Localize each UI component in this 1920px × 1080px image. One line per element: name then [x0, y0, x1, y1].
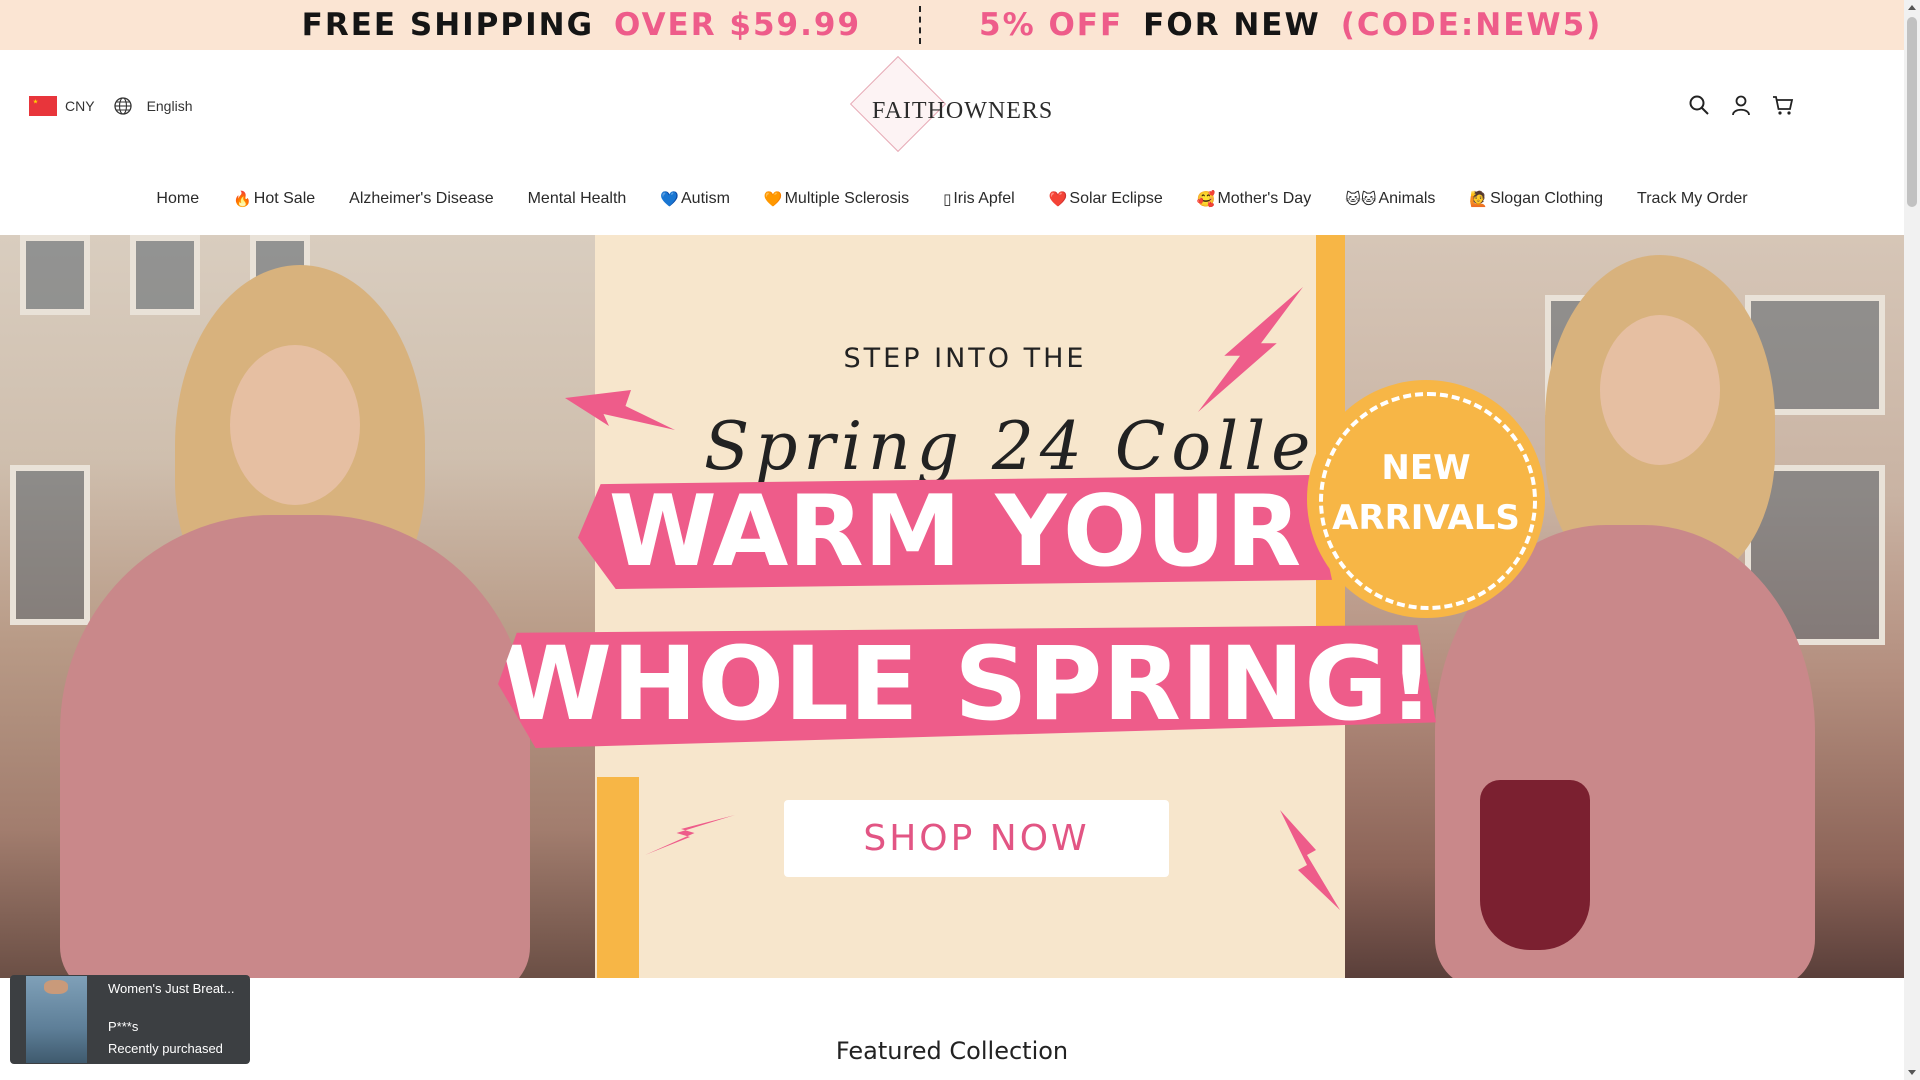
recent-purchase-popup[interactable]: Women's Just Breat... P***s Recently pur… — [10, 975, 250, 1064]
model-handbag — [1480, 780, 1590, 950]
nav-item-track-order[interactable]: Track My Order — [1637, 190, 1748, 208]
page-scrollbar[interactable] — [1904, 0, 1920, 1080]
background-window — [20, 235, 90, 315]
nav-item-hot-sale[interactable]: 🔥 Hot Sale — [233, 190, 315, 208]
background-window — [10, 465, 90, 625]
new-arrivals-badge: NEW ARRIVALS — [1307, 380, 1545, 618]
nav-item-label: Alzheimer's Disease — [349, 190, 494, 207]
person-raising-hand-icon: 🙋 — [1469, 191, 1489, 208]
china-flag-icon[interactable] — [29, 96, 57, 116]
model-face — [1600, 315, 1720, 465]
nav-item-label: Home — [156, 190, 200, 207]
site-header: CNY English FAITHOWNERS — [0, 50, 1904, 165]
nav-item-mothers-day[interactable]: 🥰 Mother's Day — [1197, 190, 1311, 208]
background-window — [130, 235, 200, 315]
nav-item-solar-eclipse[interactable]: ❤️ Solar Eclipse — [1049, 190, 1163, 208]
nav-item-slogan-clothing[interactable]: 🙋 Slogan Clothing — [1469, 190, 1603, 208]
nav-item-multiple-sclerosis[interactable]: 🧡 Multiple Sclerosis — [764, 190, 909, 208]
site-logo[interactable]: FAITHOWNERS — [848, 55, 1058, 156]
discount-audience: FOR NEW — [1143, 7, 1321, 43]
nav-item-autism[interactable]: 💙 Autism — [660, 190, 730, 208]
purchase-status: Recently purchased — [108, 1041, 223, 1056]
announcement-bar[interactable]: FREE SHIPPING OVER $59.99 5% OFF FOR NEW… — [0, 0, 1904, 50]
badge-line1: NEW — [1381, 448, 1471, 488]
hero-step-text: STEP INTO THE — [843, 343, 1087, 374]
free-shipping-text: FREE SHIPPING — [301, 7, 595, 43]
nav-item-iris-apfel[interactable]: ▯ Iris Apfel — [943, 190, 1015, 208]
page: FREE SHIPPING OVER $59.99 5% OFF FOR NEW… — [0, 0, 1920, 1080]
orange-heart-icon: 🧡 — [763, 191, 783, 208]
free-shipping-threshold: OVER $59.99 — [614, 7, 862, 43]
nav-item-mental-health[interactable]: Mental Health — [528, 190, 627, 208]
product-name[interactable]: Women's Just Breat... — [108, 981, 243, 996]
nav-item-label: Mother's Day — [1217, 190, 1312, 207]
search-icon[interactable] — [1688, 94, 1710, 116]
language-selector[interactable]: English — [147, 98, 193, 114]
cat-faces-icon: 🐱🐱 — [1345, 191, 1377, 208]
product-thumbnail[interactable] — [26, 976, 87, 1063]
blue-heart-icon: 💙 — [660, 191, 679, 208]
announcement-divider — [919, 6, 922, 44]
missing-glyph-icon: ▯ — [943, 191, 952, 208]
account-icon[interactable] — [1730, 94, 1752, 116]
nav-item-alzheimers[interactable]: Alzheimer's Disease — [349, 190, 493, 208]
nav-item-label: Autism — [681, 190, 730, 207]
nav-item-label: Track My Order — [1637, 190, 1748, 207]
badge-line2: ARRIVALS — [1332, 498, 1520, 538]
currency-selector[interactable]: CNY — [65, 98, 95, 114]
nav-item-label: Solar Eclipse — [1069, 190, 1163, 207]
scroll-up-icon[interactable] — [1908, 5, 1916, 10]
scrollbar-thumb[interactable] — [1907, 17, 1917, 207]
hero-banner[interactable]: STEP INTO THE Spring 24 Collection WARM … — [0, 235, 1904, 978]
main-nav: Home 🔥 Hot Sale Alzheimer's Disease Menta… — [0, 182, 1904, 216]
nav-item-label: Animals — [1378, 190, 1436, 207]
discount-segment: 5% OFF FOR NEW (CODE:NEW5) — [979, 7, 1602, 43]
model-sweater — [60, 515, 530, 978]
featured-collection-title: Featured Collection — [835, 1037, 1069, 1065]
shop-now-button[interactable]: SHOP NOW — [784, 800, 1169, 877]
nav-item-label: Iris Apfel — [953, 190, 1015, 207]
cart-icon[interactable] — [1772, 94, 1794, 116]
locale-switcher: CNY English — [29, 96, 192, 116]
logo-text: FAITHOWNERS — [872, 98, 1054, 124]
nav-item-label: Multiple Sclerosis — [784, 190, 910, 207]
globe-icon[interactable] — [113, 96, 133, 116]
discount-code: (CODE:NEW5) — [1340, 7, 1603, 43]
discount-percent: 5% OFF — [979, 7, 1124, 43]
hero-headline-line1: WARM YOUR — [578, 475, 1332, 589]
nav-item-home[interactable]: Home — [156, 190, 199, 208]
scroll-down-icon[interactable] — [1908, 1070, 1916, 1075]
nav-item-label: Mental Health — [527, 190, 627, 207]
header-actions — [1688, 94, 1794, 116]
orange-accent-bar — [597, 777, 639, 978]
red-heart-icon: ❤️ — [1048, 191, 1068, 208]
fire-icon: 🔥 — [233, 191, 252, 208]
smiling-face-hearts-icon: 🥰 — [1196, 191, 1216, 208]
free-shipping-segment: FREE SHIPPING OVER $59.99 — [302, 7, 861, 43]
nav-item-animals[interactable]: 🐱🐱 Animals — [1345, 190, 1435, 208]
buyer-name: P***s — [108, 1019, 139, 1034]
nav-item-label: Hot Sale — [253, 190, 316, 207]
nav-item-label: Slogan Clothing — [1490, 190, 1604, 207]
